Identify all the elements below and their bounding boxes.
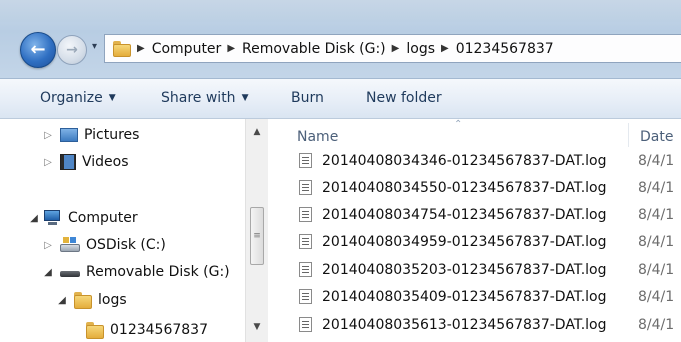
share-with-menu[interactable]: Share with ▼ — [161, 90, 248, 106]
tree-item-label: logs — [98, 292, 127, 308]
text-file-icon — [299, 289, 312, 304]
file-row[interactable]: 20140408035613-01234567837-DAT.log 8/4/1 — [270, 311, 681, 338]
tree-item-videos[interactable]: ▷ Videos — [42, 150, 129, 174]
tree-item-removable-disk[interactable]: ◢ Removable Disk (G:) — [42, 260, 230, 284]
tree-item-pictures[interactable]: ▷ Pictures — [42, 123, 139, 147]
breadcrumb-separator-icon[interactable]: ▶ — [392, 43, 400, 54]
text-file-icon — [299, 207, 312, 222]
file-name: 20140408034550-01234567837-DAT.log — [322, 179, 607, 196]
collapse-arrow-icon[interactable]: ◢ — [56, 295, 68, 306]
tree-item-label: Computer — [68, 210, 138, 226]
file-date: 8/4/1 — [638, 233, 675, 250]
videos-library-icon — [60, 154, 76, 170]
address-bar[interactable]: ▶ Computer ▶ Removable Disk (G:) ▶ logs … — [104, 34, 681, 63]
file-row[interactable]: 20140408034346-01234567837-DAT.log 8/4/1 — [270, 147, 681, 174]
tree-item-osdisk[interactable]: ▷ OSDisk (C:) — [42, 233, 166, 257]
forward-arrow-icon: → — [66, 42, 78, 58]
file-date: 8/4/1 — [638, 261, 675, 278]
folder-icon — [86, 321, 104, 339]
collapse-arrow-icon[interactable]: ◢ — [28, 213, 40, 224]
tree-item-label: OSDisk (C:) — [86, 237, 166, 253]
breadcrumb-current-folder[interactable]: 01234567837 — [456, 41, 554, 57]
expand-arrow-icon[interactable]: ▷ — [42, 130, 54, 141]
recent-pages-dropdown[interactable]: ▾ — [92, 42, 102, 52]
tree-item-label: Pictures — [84, 127, 140, 143]
breadcrumb-logs[interactable]: logs — [406, 41, 435, 57]
tree-item-label: Videos — [82, 154, 129, 170]
burn-button[interactable]: Burn — [291, 90, 324, 106]
file-row[interactable]: 20140408034959-01234567837-DAT.log 8/4/1 — [270, 228, 681, 255]
scroll-up-arrow-icon[interactable]: ▲ — [246, 123, 268, 141]
column-header-row: ⌃ Name Date — [270, 119, 681, 149]
file-row[interactable]: 20140408035203-01234567837-DAT.log 8/4/1 — [270, 256, 681, 283]
organize-menu[interactable]: Organize ▼ — [40, 90, 116, 106]
share-with-label: Share with — [161, 90, 236, 106]
breadcrumb-removable-disk[interactable]: Removable Disk (G:) — [242, 41, 386, 57]
chevron-down-icon: ▼ — [108, 93, 116, 103]
expand-arrow-icon[interactable]: ▷ — [42, 157, 54, 168]
chevron-down-icon: ▼ — [241, 93, 249, 103]
breadcrumb-separator-icon[interactable]: ▶ — [137, 43, 145, 54]
folder-icon — [113, 40, 131, 57]
scroll-down-arrow-icon[interactable]: ▼ — [246, 318, 268, 336]
file-date: 8/4/1 — [638, 206, 675, 223]
text-file-icon — [299, 180, 312, 195]
file-name: 20140408035409-01234567837-DAT.log — [322, 288, 607, 305]
file-name: 20140408034754-01234567837-DAT.log — [322, 206, 607, 223]
burn-label: Burn — [291, 90, 324, 106]
file-row[interactable]: 20140408034550-01234567837-DAT.log 8/4/1 — [270, 174, 681, 201]
command-bar: Organize ▼ Share with ▼ Burn New folder — [0, 79, 681, 119]
file-date: 8/4/1 — [638, 288, 675, 305]
tree-item-label: Removable Disk (G:) — [86, 264, 230, 280]
folder-icon — [74, 291, 92, 309]
file-list-pane: ⌃ Name Date 20140408034346-01234567837-D… — [270, 119, 681, 342]
file-date: 8/4/1 — [638, 152, 675, 169]
file-row[interactable]: 20140408035409-01234567837-DAT.log 8/4/1 — [270, 283, 681, 310]
breadcrumb-separator-icon[interactable]: ▶ — [441, 43, 449, 54]
file-row[interactable]: 20140408034754-01234567837-DAT.log 8/4/1 — [270, 201, 681, 228]
file-name: 20140408034346-01234567837-DAT.log — [322, 152, 607, 169]
computer-icon — [42, 210, 62, 226]
window-caption-bar — [0, 0, 681, 22]
breadcrumb-computer[interactable]: Computer — [152, 41, 222, 57]
text-file-icon — [299, 153, 312, 168]
column-header-name[interactable]: Name — [297, 129, 338, 145]
local-disk-icon — [60, 237, 80, 253]
column-header-date[interactable]: Date — [640, 129, 673, 145]
expand-arrow-icon[interactable]: ▷ — [42, 240, 54, 251]
text-file-icon — [299, 234, 312, 249]
scroll-thumb[interactable]: ≡ — [250, 207, 264, 265]
pictures-library-icon — [60, 128, 78, 142]
file-name: 20140408035613-01234567837-DAT.log — [322, 316, 607, 333]
text-file-icon — [299, 317, 312, 332]
sort-ascending-icon: ⌃ — [454, 119, 463, 130]
file-name: 20140408035203-01234567837-DAT.log — [322, 261, 607, 278]
back-button[interactable]: ← — [20, 32, 56, 68]
navigation-pane-scrollbar[interactable]: ▲ ≡ ▼ — [245, 119, 268, 342]
tree-item-computer[interactable]: ◢ Computer — [28, 206, 138, 230]
file-name: 20140408034959-01234567837-DAT.log — [322, 233, 607, 250]
tree-item-logs[interactable]: ◢ logs — [56, 288, 127, 312]
navigation-pane: ▷ Pictures ▷ Videos ◢ Computer ▷ OSDisk … — [16, 119, 268, 342]
forward-button[interactable]: → — [57, 35, 87, 65]
new-folder-button[interactable]: New folder — [366, 90, 442, 106]
tree-item-label: 01234567837 — [110, 322, 208, 338]
tree-item-current-folder[interactable]: 01234567837 — [68, 318, 208, 342]
column-divider[interactable] — [628, 123, 629, 147]
file-date: 8/4/1 — [638, 316, 675, 333]
organize-label: Organize — [40, 90, 103, 106]
removable-disk-icon — [60, 264, 80, 280]
file-date: 8/4/1 — [638, 179, 675, 196]
breadcrumb-separator-icon[interactable]: ▶ — [227, 43, 235, 54]
new-folder-label: New folder — [366, 90, 442, 106]
text-file-icon — [299, 262, 312, 277]
collapse-arrow-icon[interactable]: ◢ — [42, 267, 54, 278]
back-arrow-icon: ← — [30, 39, 46, 60]
